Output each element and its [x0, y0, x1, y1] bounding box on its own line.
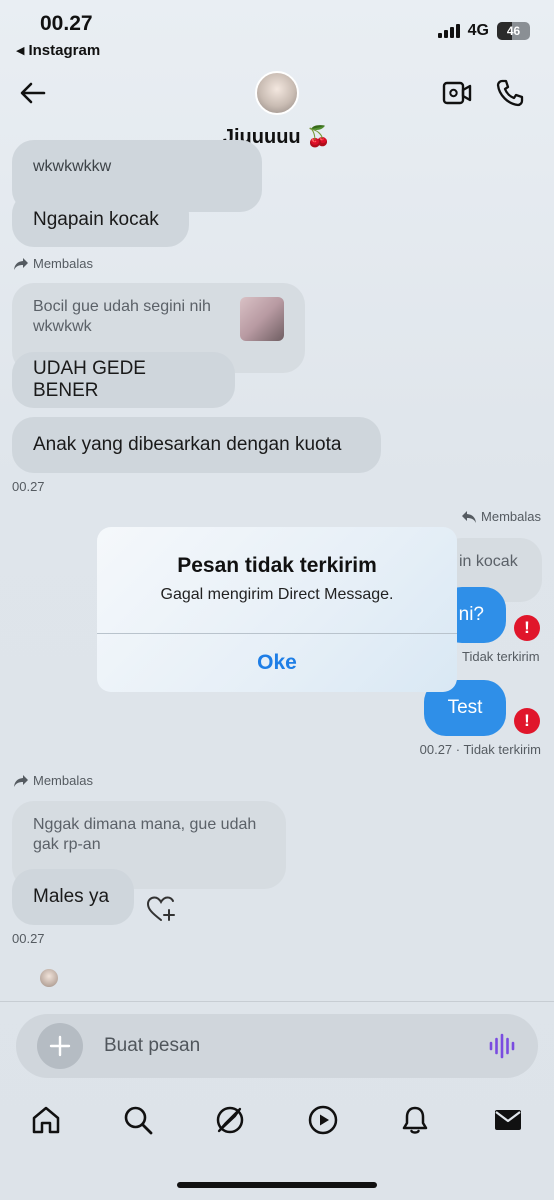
- reply-indicator: Membalas: [461, 509, 541, 524]
- heart-react-icon[interactable]: [146, 895, 176, 923]
- reply-back-icon: [462, 510, 477, 523]
- message-text: UDAH GEDE BENER: [33, 358, 146, 401]
- error-icon[interactable]: !: [514, 615, 540, 641]
- message-bubble-incoming[interactable]: Ngapain kocak: [12, 192, 189, 247]
- reply-indicator: Membalas: [13, 773, 93, 788]
- status-right: 4G 46: [437, 22, 530, 40]
- message-text: Test: [447, 697, 483, 718]
- home-icon[interactable]: [30, 1104, 62, 1136]
- message-bubble-incoming[interactable]: UDAH GEDE BENER: [12, 352, 235, 408]
- reply-forward-icon: [14, 257, 28, 270]
- quoted-text: Bocil gue udah segini nih wkwkwk: [33, 298, 211, 335]
- search-icon[interactable]: [122, 1104, 154, 1136]
- reels-icon[interactable]: [307, 1104, 339, 1136]
- error-icon[interactable]: !: [514, 708, 540, 734]
- status-time: 00.27: [40, 12, 93, 35]
- seen-by-avatar: [40, 969, 58, 987]
- back-to-app-link[interactable]: ◀ Instagram: [16, 42, 100, 59]
- message-input[interactable]: Buat pesan: [104, 1035, 200, 1057]
- message-bubble-incoming[interactable]: Anak yang dibesarkan dengan kuota: [12, 417, 381, 473]
- voice-message-icon[interactable]: [488, 1032, 516, 1060]
- home-indicator[interactable]: [177, 1182, 377, 1188]
- reply-label: Membalas: [33, 773, 93, 788]
- explore-icon[interactable]: [214, 1104, 246, 1136]
- plus-icon: [49, 1035, 71, 1057]
- back-arrow-icon[interactable]: [18, 78, 48, 108]
- back-app-label: Instagram: [28, 42, 101, 59]
- composer-divider: [0, 1001, 554, 1002]
- alert-dialog: Pesan tidak terkirim Gagal mengirim Dire…: [97, 527, 457, 692]
- signal-icon: [437, 24, 460, 38]
- message-status: 00.27 · Tidak terkirim: [419, 742, 541, 757]
- message-timestamp: 00.27: [12, 931, 45, 946]
- message-timestamp: 00.27: [12, 479, 45, 494]
- quoted-photo-thumbnail[interactable]: [240, 297, 284, 341]
- reply-label: Membalas: [33, 256, 93, 271]
- contact-avatar[interactable]: [255, 71, 299, 115]
- message-text: Anak yang dibesarkan dengan kuota: [33, 434, 342, 455]
- video-call-icon[interactable]: [441, 78, 473, 108]
- message-text: ni?: [458, 604, 484, 625]
- phone-call-icon[interactable]: [495, 78, 525, 108]
- battery-percent: 46: [506, 24, 521, 38]
- message-status: Tidak terkirim: [462, 649, 540, 664]
- dialog-title: Pesan tidak terkirim: [177, 554, 377, 577]
- reply-forward-icon: [14, 774, 28, 787]
- add-attachment-button[interactable]: [37, 1023, 83, 1069]
- network-type: 4G: [467, 22, 489, 39]
- dm-screen: 00.27 ◀ Instagram 4G 46 Jiuuuuu 🍒 wkwkwk…: [0, 0, 554, 1200]
- message-composer[interactable]: Buat pesan: [16, 1014, 538, 1078]
- reply-label: Membalas: [481, 509, 541, 524]
- quoted-text: in kocak: [459, 553, 518, 570]
- ok-button[interactable]: Oke: [97, 634, 457, 692]
- message-text: Ngapain kocak: [33, 208, 159, 230]
- quoted-text: Nggak dimana mana, gue udah gak rp-an: [33, 816, 257, 853]
- reply-indicator: Membalas: [13, 256, 93, 271]
- dialog-message: Gagal mengirim Direct Message.: [160, 586, 394, 603]
- messages-icon[interactable]: [492, 1104, 524, 1136]
- back-triangle-icon: ◀: [16, 45, 25, 57]
- notifications-icon[interactable]: [399, 1104, 431, 1136]
- message-text: wkwkwkkw: [33, 158, 112, 175]
- message-text: Males ya: [33, 886, 110, 907]
- message-bubble-incoming[interactable]: Males ya: [12, 869, 134, 925]
- battery-icon: 46: [497, 22, 530, 40]
